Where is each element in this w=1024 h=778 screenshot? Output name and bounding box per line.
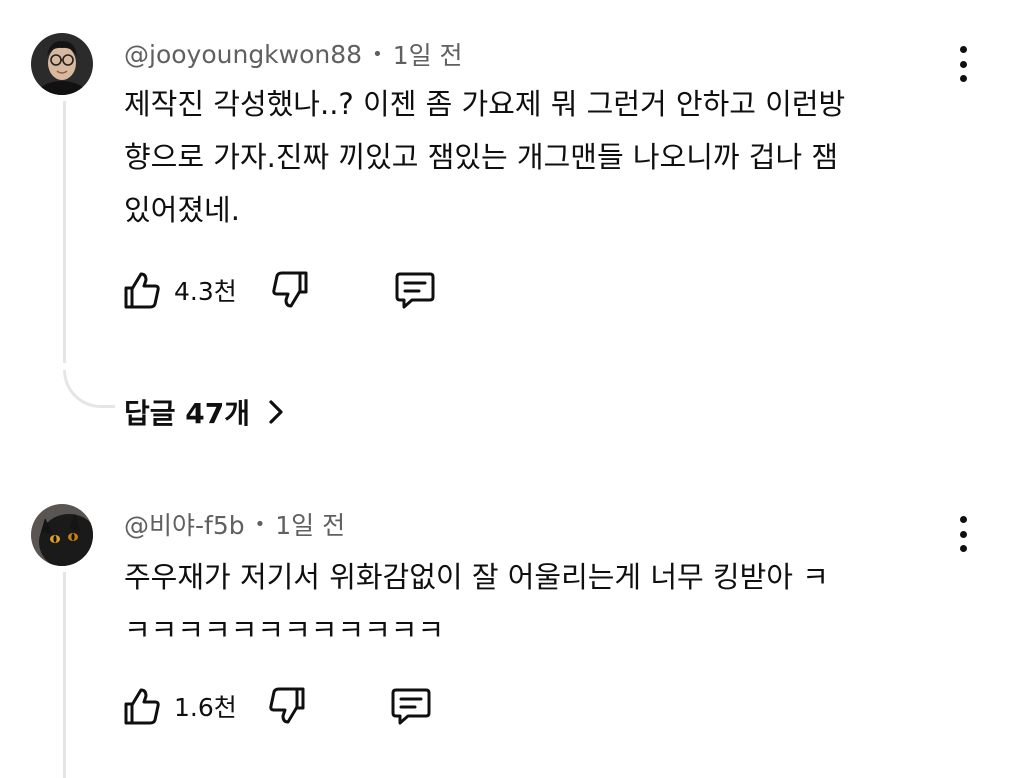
author-avatar[interactable] bbox=[31, 33, 93, 95]
author-avatar[interactable] bbox=[31, 504, 93, 566]
comment-text-line: 있어졌네. bbox=[124, 193, 240, 227]
more-options-button[interactable] bbox=[952, 516, 974, 552]
more-vertical-icon bbox=[959, 516, 967, 523]
reply-button[interactable] bbox=[394, 268, 436, 312]
comment-text-line: 향으로 가자.진짜 끼있고 잼있는 개그맨들 나오니까 겁나 잼 bbox=[124, 140, 839, 174]
separator-dot: • bbox=[372, 43, 383, 65]
thumbs-down-icon bbox=[272, 271, 308, 308]
dislike-button[interactable] bbox=[270, 268, 310, 312]
author-name[interactable]: @jooyoungkwon88 bbox=[124, 40, 362, 69]
comment-item: @jooyoungkwon88 • 1일 전 제작진 각성했나..? 이젠 좀 … bbox=[0, 0, 1024, 470]
thumbs-up-icon bbox=[124, 272, 160, 309]
like-button[interactable]: 4.3천 bbox=[122, 268, 237, 312]
thumbs-down-icon bbox=[269, 687, 305, 724]
view-replies-button[interactable]: 답글 47개 bbox=[124, 390, 284, 434]
more-vertical-icon bbox=[959, 46, 967, 53]
comment-actions: 4.3천 bbox=[122, 268, 482, 312]
thread-line bbox=[63, 101, 66, 363]
comment-time[interactable]: 1일 전 bbox=[275, 506, 345, 542]
like-count: 1.6천 bbox=[174, 693, 237, 722]
comment-meta: @비야-f5b • 1일 전 bbox=[124, 508, 345, 540]
comment-text-line: 주우재가 저기서 위화감없이 잘 어울리는게 너무 킹받아 ㅋ bbox=[124, 560, 829, 594]
author-name[interactable]: @비야-f5b bbox=[124, 506, 245, 542]
like-button[interactable]: 1.6천 bbox=[122, 684, 237, 728]
comment-meta: @jooyoungkwon88 • 1일 전 bbox=[124, 36, 463, 72]
comment-item: @비야-f5b • 1일 전 주우재가 저기서 위화감없이 잘 어울리는게 너무… bbox=[0, 470, 1024, 778]
reply-comment-icon bbox=[391, 688, 431, 725]
dislike-button[interactable] bbox=[267, 684, 307, 728]
comment-text: 제작진 각성했나..? 이젠 좀 가요제 뭐 그런거 안하고 이런방 향으로 가… bbox=[124, 78, 974, 237]
reply-button[interactable] bbox=[390, 684, 432, 728]
comment-text-line: ㅋㅋㅋㅋㅋㅋㅋㅋㅋㅋㅋㅋ bbox=[124, 613, 445, 647]
comment-time[interactable]: 1일 전 bbox=[393, 36, 463, 72]
more-options-button[interactable] bbox=[952, 46, 974, 82]
reply-comment-icon bbox=[395, 272, 435, 309]
comment-text: 주우재가 저기서 위화감없이 잘 어울리는게 너무 킹받아 ㅋ ㅋㅋㅋㅋㅋㅋㅋㅋ… bbox=[124, 551, 974, 657]
comment-text-line: 제작진 각성했나..? 이젠 좀 가요제 뭐 그런거 안하고 이런방 bbox=[124, 87, 846, 121]
thumbs-up-icon bbox=[124, 688, 160, 725]
like-count: 4.3천 bbox=[174, 277, 237, 306]
comment-actions: 1.6천 bbox=[122, 684, 482, 728]
thread-connector bbox=[63, 370, 115, 408]
chevron-right-icon bbox=[269, 400, 283, 424]
separator-dot: • bbox=[254, 513, 266, 535]
avatar-person-glasses-icon bbox=[31, 33, 93, 95]
replies-label: 답글 47개 bbox=[124, 397, 250, 430]
thread-line bbox=[63, 572, 66, 778]
avatar-black-cat-icon bbox=[31, 504, 93, 566]
